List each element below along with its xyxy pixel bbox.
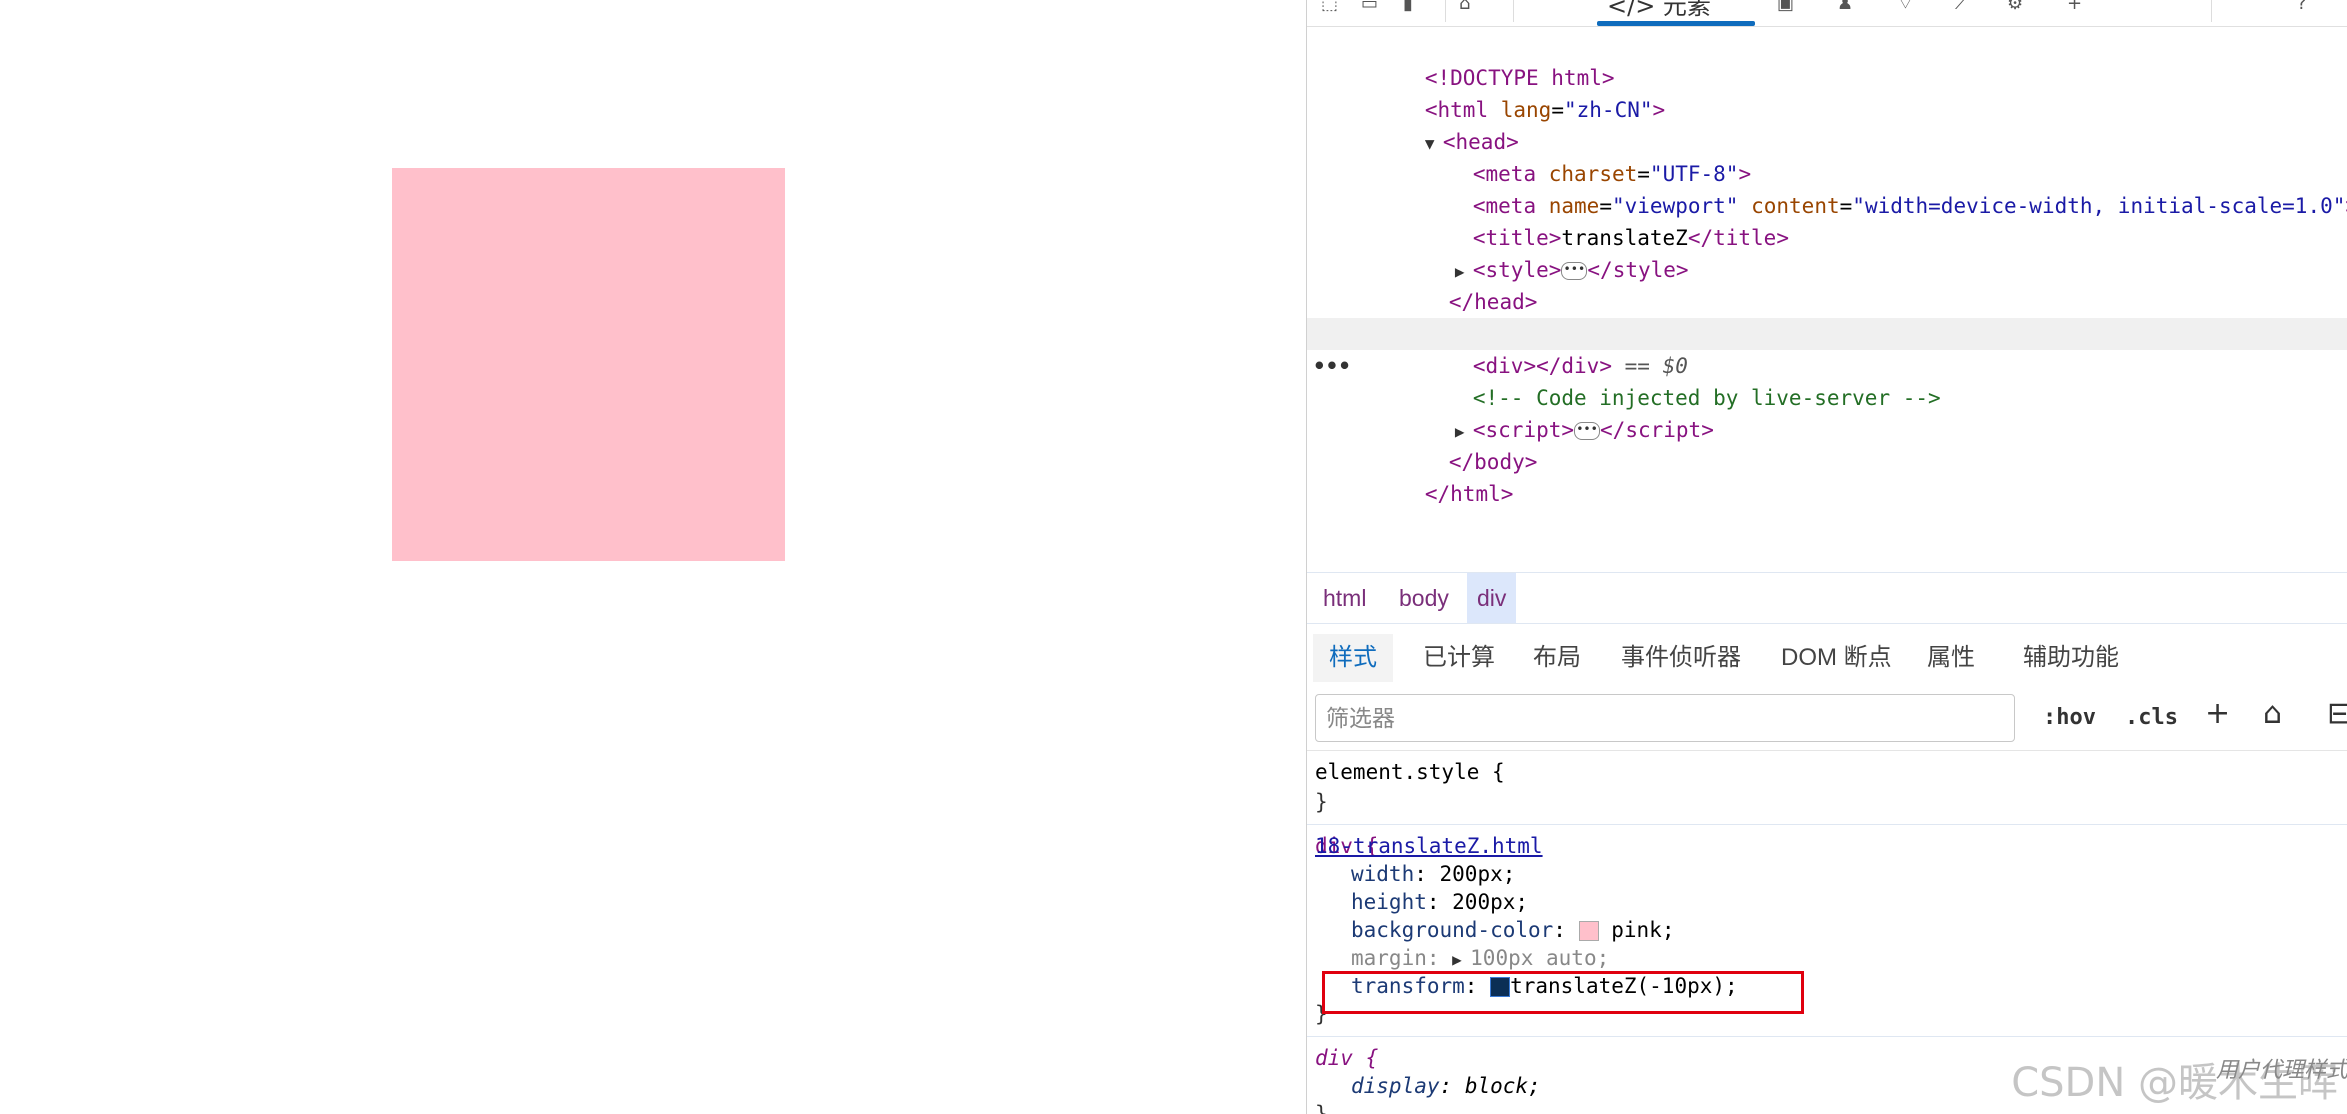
dom-style-line[interactable]: ▶ <style> ••• </style> bbox=[1307, 222, 2347, 282]
sources-icon[interactable]: ♟ bbox=[1837, 0, 1853, 13]
browser-viewport bbox=[0, 0, 1306, 1114]
color-swatch-icon[interactable] bbox=[1578, 921, 1599, 941]
network-icon[interactable]: ⌔ bbox=[1897, 0, 1914, 13]
dom-head-close-line[interactable]: </head> bbox=[1307, 254, 2347, 314]
devtools-toolbar: ⬚ ▭ ▮ ⌂ </> 元素 ▣ ♟ ⌔ ⟋ ⚙ + ? bbox=[1307, 0, 2347, 27]
dom-meta-viewport-line[interactable]: <meta name="viewport" content="width=dev… bbox=[1307, 158, 2347, 218]
filter-row: :hov .cls + ⌂ ⊟ bbox=[1307, 690, 2347, 751]
breadcrumb-body[interactable]: body bbox=[1389, 573, 1459, 623]
tab-elements-label: </> 元素 bbox=[1607, 0, 1711, 20]
dom-head-line[interactable]: ▼ <head> bbox=[1307, 94, 2347, 154]
pink-div-box[interactable] bbox=[392, 168, 785, 561]
new-rule-icon[interactable]: + bbox=[2205, 696, 2230, 731]
tab-event-listeners[interactable]: 事件侦听器 bbox=[1605, 634, 1757, 682]
dom-title-line[interactable]: <title>translateZ</title> bbox=[1307, 190, 2347, 250]
dom-html-line[interactable]: <html lang="zh-CN"> bbox=[1307, 62, 2347, 122]
dom-div-line[interactable]: ••• <div></div> == $0 bbox=[1307, 318, 2347, 378]
devtools-panel: ⬚ ▭ ▮ ⌂ </> 元素 ▣ ♟ ⌔ ⟋ ⚙ + ? <!DOCTYPE h… bbox=[1306, 0, 2347, 1114]
tab-layout[interactable]: 布局 bbox=[1517, 634, 1597, 682]
inspect-icon[interactable]: ⬚ bbox=[1321, 0, 1338, 13]
closing-brace: } bbox=[1315, 790, 1328, 814]
toolbar-separator bbox=[2211, 0, 2212, 22]
dom-meta-charset-line[interactable]: <meta charset="UTF-8"> bbox=[1307, 126, 2347, 186]
dom-tree: <!DOCTYPE html> <html lang="zh-CN"> ▼ <he… bbox=[1307, 30, 2347, 570]
active-tab-underline bbox=[1597, 21, 1755, 26]
console-icon[interactable]: ▣ bbox=[1777, 0, 1794, 13]
help-icon[interactable]: ? bbox=[2297, 0, 2307, 13]
dom-body-line[interactable]: ▼<body> bbox=[1307, 286, 2347, 346]
dom-html-close-line[interactable]: </html> bbox=[1307, 446, 2347, 506]
paint-brush-icon[interactable]: ⌂ bbox=[2263, 696, 2282, 731]
device-toolbar-icon[interactable]: ▭ bbox=[1361, 0, 1378, 13]
tab-elements[interactable]: </> 元素 bbox=[1597, 0, 1755, 26]
breadcrumb-div[interactable]: div bbox=[1467, 573, 1517, 623]
sidebar-pane-icon[interactable]: ⊟ bbox=[2327, 696, 2347, 731]
prop-width[interactable]: width: 200px; bbox=[1351, 860, 1515, 888]
source-link[interactable]: 18-translateZ.html bbox=[1315, 832, 2340, 860]
sidebar-toggle-icon[interactable]: ▮ bbox=[1403, 0, 1413, 13]
user-agent-label: 用户代理样式 bbox=[2215, 1058, 2347, 1083]
dom-doctype-line[interactable]: <!DOCTYPE html> bbox=[1307, 30, 2347, 90]
closing-brace: } bbox=[1315, 1102, 1328, 1114]
element-style-rule: element.style { } bbox=[1307, 752, 2347, 825]
breadcrumb: html body div bbox=[1307, 572, 2347, 624]
breadcrumb-html[interactable]: html bbox=[1313, 573, 1376, 623]
dom-comment-line[interactable]: <!-- Code injected by live-server --> bbox=[1307, 350, 2347, 410]
hov-button[interactable]: :hov bbox=[2043, 698, 2096, 738]
dom-body-close-line[interactable]: </body> bbox=[1307, 414, 2347, 474]
dom-html-tag: html bbox=[1450, 482, 1501, 506]
styles-subtabs: 样式 已计算 布局 事件侦听器 DOM 断点 属性 辅助功能 bbox=[1307, 626, 2347, 690]
more-tabs-icon[interactable]: + bbox=[2067, 0, 2082, 13]
toolbar-separator bbox=[1513, 0, 1514, 22]
prop-background-color[interactable]: background-color: pink; bbox=[1351, 916, 1674, 944]
tab-computed[interactable]: 已计算 bbox=[1407, 634, 1511, 682]
tab-styles[interactable]: 样式 bbox=[1313, 634, 1393, 682]
memory-icon[interactable]: ⚙ bbox=[2007, 0, 2023, 13]
cls-button[interactable]: .cls bbox=[2125, 698, 2178, 738]
tab-properties[interactable]: 属性 bbox=[1911, 634, 1991, 682]
element-style-selector[interactable]: element.style { bbox=[1315, 758, 1505, 786]
toolbar-separator bbox=[1445, 0, 1446, 22]
dom-script-line[interactable]: ▶ <script> ••• </script> bbox=[1307, 382, 2347, 442]
welcome-icon[interactable]: ⌂ bbox=[1459, 0, 1470, 13]
filter-input[interactable] bbox=[1315, 694, 2015, 742]
performance-icon[interactable]: ⟋ bbox=[1955, 0, 1968, 13]
tab-dom-breakpoints[interactable]: DOM 断点 bbox=[1765, 634, 1908, 682]
ua-rule-selector[interactable]: div { bbox=[1315, 1044, 1378, 1072]
tab-accessibility[interactable]: 辅助功能 bbox=[2007, 634, 2135, 682]
annotation-highlight-box bbox=[1322, 971, 1804, 1014]
prop-display[interactable]: display: block; bbox=[1351, 1072, 1541, 1100]
prop-margin[interactable]: margin: ▶ 100px auto; bbox=[1351, 944, 1609, 972]
expand-triangle-icon[interactable]: ▶ bbox=[1452, 946, 1470, 974]
prop-height[interactable]: height: 200px; bbox=[1351, 888, 1528, 916]
